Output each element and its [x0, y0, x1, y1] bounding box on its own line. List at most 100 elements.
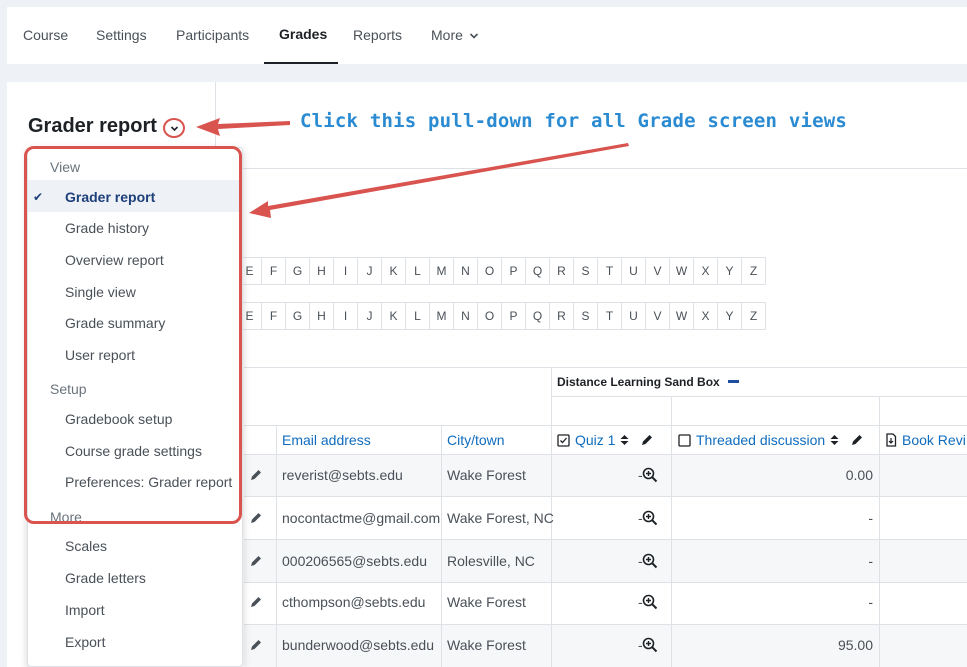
column-header-email[interactable]: Email address — [282, 432, 371, 448]
sort-icon[interactable] — [830, 434, 839, 446]
zoom-in-icon[interactable] — [642, 467, 658, 483]
tab-more-label: More — [431, 27, 463, 43]
letter-filter-button[interactable]: J — [357, 302, 382, 330]
letter-filter-button[interactable]: X — [693, 302, 718, 330]
letter-filter-button[interactable]: Q — [525, 302, 550, 330]
grid-line — [244, 454, 967, 455]
letter-filter-button[interactable]: P — [501, 257, 526, 285]
grid-line — [879, 396, 880, 667]
grid-line — [244, 367, 967, 368]
grid-line — [244, 496, 967, 497]
letter-filter-button[interactable]: S — [573, 302, 598, 330]
quiz-label: Quiz 1 — [575, 432, 616, 448]
edit-icon[interactable] — [639, 433, 655, 447]
letter-filter-button[interactable]: U — [621, 302, 646, 330]
letter-filter-button[interactable]: Y — [717, 257, 742, 285]
letter-filter-button[interactable]: W — [669, 257, 694, 285]
letter-filter-button[interactable]: L — [405, 257, 430, 285]
email-cell: 000206565@sebts.edu — [282, 553, 427, 569]
zoom-in-icon[interactable] — [642, 637, 658, 653]
collapse-icon[interactable] — [728, 380, 739, 383]
grid-line — [244, 624, 967, 625]
letter-filter-button[interactable]: X — [693, 257, 718, 285]
letter-filter-button[interactable]: W — [669, 302, 694, 330]
category-title: Distance Learning Sand Box — [557, 375, 720, 389]
letter-filter-button[interactable]: G — [285, 302, 310, 330]
letter-filter-button[interactable]: V — [645, 302, 670, 330]
letter-filter-button[interactable]: Z — [741, 257, 766, 285]
letter-filter-button[interactable]: Y — [717, 302, 742, 330]
edit-icon[interactable] — [249, 511, 263, 525]
grid-line — [276, 425, 277, 667]
letter-filter-button[interactable]: N — [453, 302, 478, 330]
letter-filter-button[interactable]: K — [381, 257, 406, 285]
letter-filter-button[interactable]: N — [453, 257, 478, 285]
letter-filter-button[interactable]: I — [333, 257, 358, 285]
email-cell: cthompson@sebts.edu — [282, 594, 426, 610]
tab-more[interactable]: More — [431, 27, 479, 43]
grid-line — [244, 539, 967, 540]
column-header-book[interactable]: Book Revi — [885, 432, 966, 448]
menu-item-import[interactable]: Import — [65, 602, 105, 618]
letter-filter-button[interactable]: F — [261, 257, 286, 285]
tab-settings[interactable]: Settings — [96, 27, 147, 43]
letter-filter-button[interactable]: H — [309, 257, 334, 285]
letter-filter-button[interactable]: R — [549, 302, 574, 330]
letter-filter-button[interactable]: F — [261, 302, 286, 330]
zoom-in-icon[interactable] — [642, 553, 658, 569]
tab-participants[interactable]: Participants — [176, 27, 249, 43]
letter-filter-button[interactable]: J — [357, 257, 382, 285]
menu-item-scales[interactable]: Scales — [65, 538, 107, 554]
book-icon — [886, 433, 897, 447]
letter-filter-button[interactable]: M — [429, 257, 454, 285]
grid-line — [671, 396, 672, 667]
tab-reports[interactable]: Reports — [353, 27, 402, 43]
letter-filter-button[interactable]: I — [333, 302, 358, 330]
letter-filter-button[interactable]: T — [597, 257, 622, 285]
letter-filter-button[interactable]: G — [285, 257, 310, 285]
zoom-in-icon[interactable] — [642, 510, 658, 526]
menu-item-grade-letters[interactable]: Grade letters — [65, 570, 146, 586]
letter-filter-button[interactable]: L — [405, 302, 430, 330]
letter-filter-button[interactable]: T — [597, 302, 622, 330]
chevron-down-icon — [469, 33, 478, 39]
column-header-quiz[interactable]: Quiz 1 — [557, 432, 655, 448]
letter-filter-button[interactable]: K — [381, 302, 406, 330]
discussion-cell: - — [868, 594, 873, 610]
edit-icon[interactable] — [249, 638, 263, 652]
city-cell: Wake Forest — [447, 637, 526, 653]
zoom-in-icon[interactable] — [642, 594, 658, 610]
letter-filter-button[interactable]: V — [645, 257, 670, 285]
letter-filter-button[interactable]: Q — [525, 257, 550, 285]
letter-filter-button[interactable]: O — [477, 257, 502, 285]
column-header-city[interactable]: City/town — [447, 432, 505, 448]
letter-filter-button[interactable]: U — [621, 257, 646, 285]
edit-icon[interactable] — [249, 468, 263, 482]
edit-icon[interactable] — [849, 433, 865, 447]
letter-filter-button[interactable]: S — [573, 257, 598, 285]
letter-filter-button[interactable]: H — [309, 302, 334, 330]
sort-icon[interactable] — [620, 434, 629, 446]
tab-grades[interactable]: Grades — [279, 26, 327, 42]
letter-filter-button[interactable]: O — [477, 302, 502, 330]
grid-line — [244, 582, 967, 583]
secondary-navigation: Course Settings Participants Grades Repo… — [7, 7, 967, 64]
last-name-filter: EFGHIJKLMNOPQRSTUVWXYZ — [237, 302, 766, 330]
divider — [215, 168, 967, 169]
checkbox-icon — [557, 433, 570, 447]
letter-filter-button[interactable]: M — [429, 302, 454, 330]
letter-filter-button[interactable]: P — [501, 302, 526, 330]
column-header-discussion[interactable]: Threaded discussion — [678, 432, 865, 448]
edit-icon[interactable] — [249, 554, 263, 568]
active-tab-indicator — [264, 62, 338, 64]
page-title: Grader report — [28, 115, 157, 137]
letter-filter-button[interactable]: Z — [741, 302, 766, 330]
city-cell: Wake Forest, NC — [447, 510, 554, 526]
edit-icon[interactable] — [249, 595, 263, 609]
annotation-text: Click this pull-down for all Grade scree… — [300, 110, 848, 132]
city-cell: Rolesville, NC — [447, 553, 535, 569]
report-selector-toggle[interactable] — [163, 118, 185, 138]
tab-course[interactable]: Course — [23, 27, 68, 43]
menu-item-export[interactable]: Export — [65, 634, 105, 650]
letter-filter-button[interactable]: R — [549, 257, 574, 285]
